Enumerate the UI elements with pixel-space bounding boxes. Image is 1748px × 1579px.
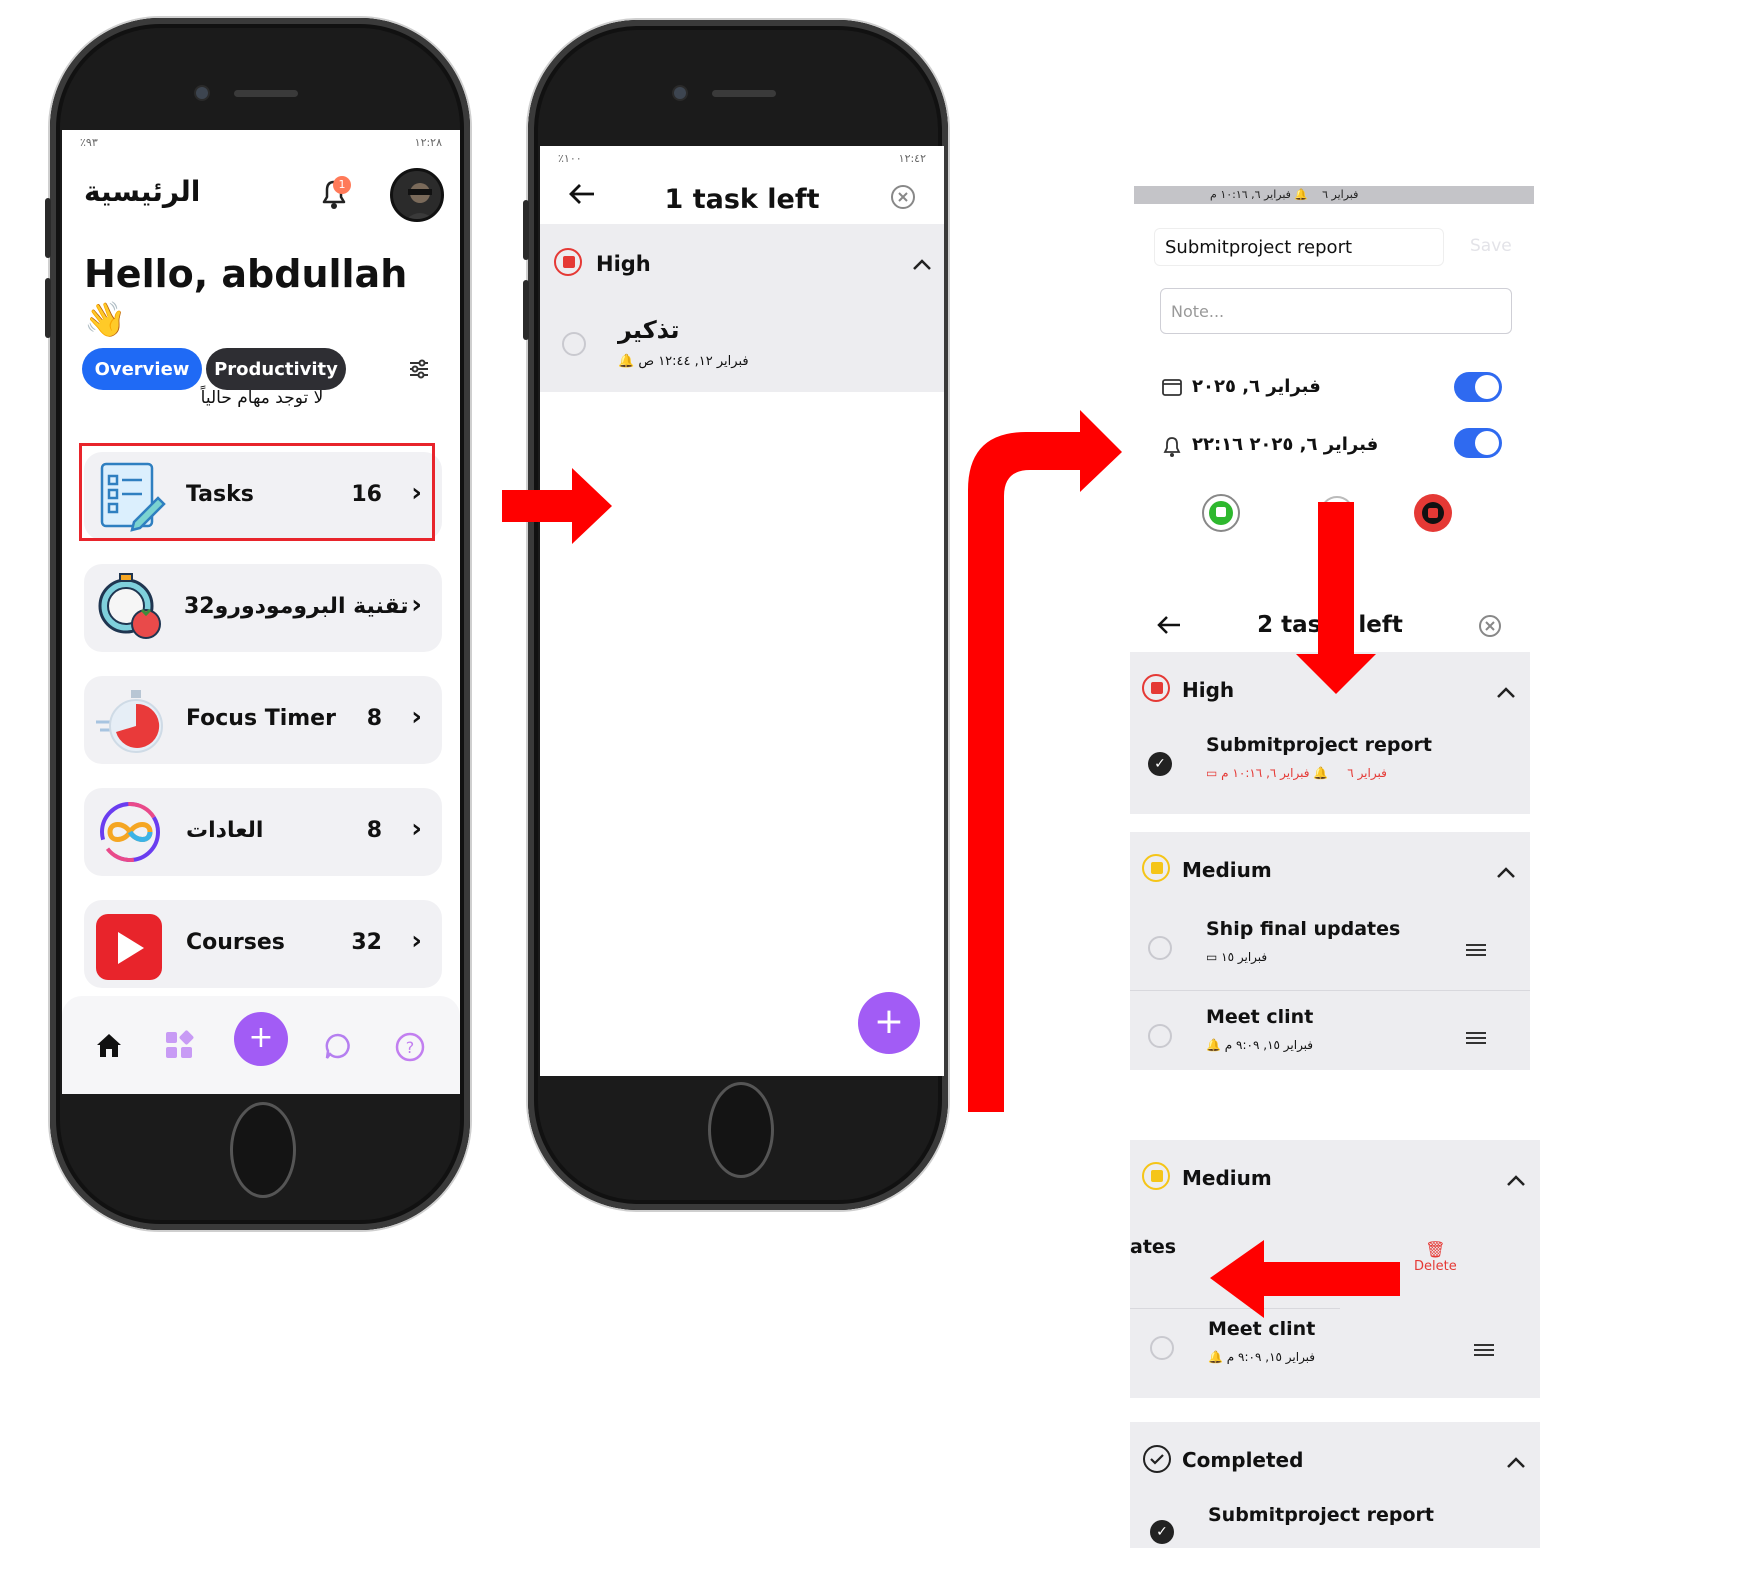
arrow-down: [1296, 502, 1376, 694]
arrow-left: [1210, 1240, 1400, 1318]
flow-arrows: [502, 410, 1400, 1318]
arrow-right-1: [502, 468, 612, 544]
arrow-up-right: [968, 410, 1122, 1112]
